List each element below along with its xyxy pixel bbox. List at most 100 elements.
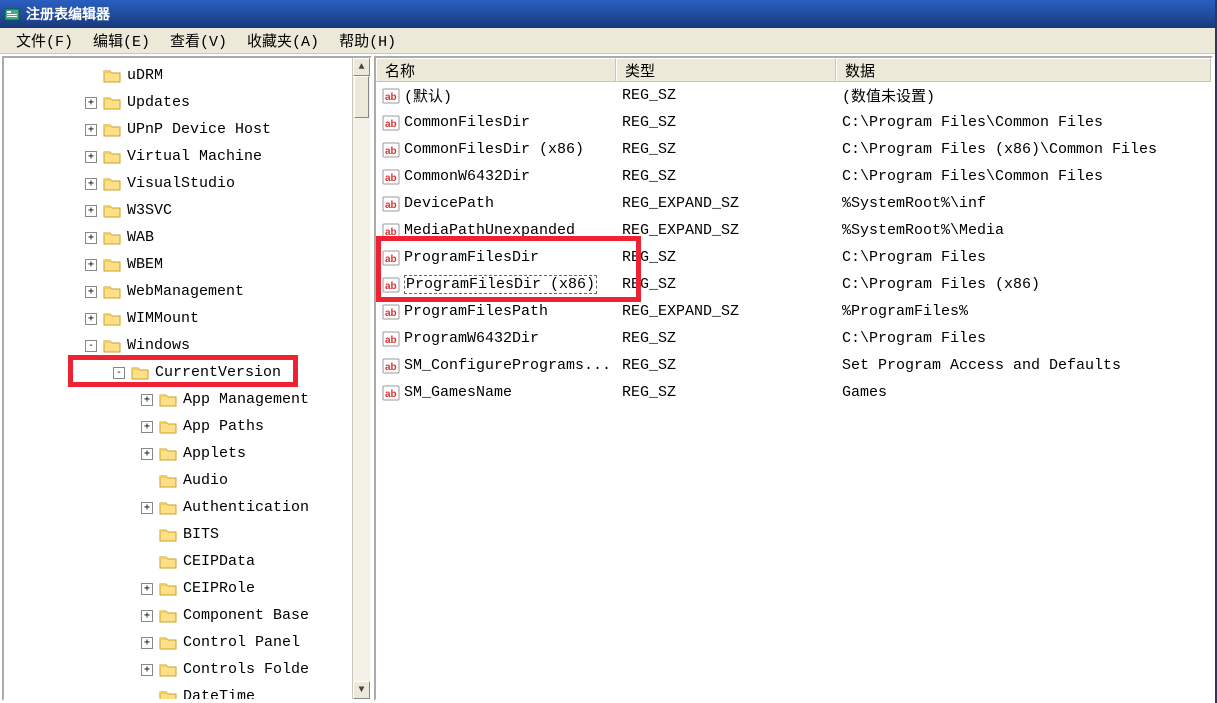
expander-placeholder <box>141 529 153 541</box>
list-row[interactable]: abSM_GamesNameREG_SZGames <box>376 379 1211 406</box>
string-icon: ab <box>382 357 400 375</box>
expander-icon[interactable]: + <box>85 124 97 136</box>
list-row[interactable]: abProgramFilesDirREG_SZC:\Program Files <box>376 244 1211 271</box>
tree-item[interactable]: +Virtual Machine <box>4 143 370 170</box>
value-data: %ProgramFiles% <box>836 301 1211 322</box>
value-type: REG_SZ <box>616 382 836 403</box>
expander-icon[interactable]: - <box>85 340 97 352</box>
window-title: 注册表编辑器 <box>26 4 110 24</box>
list-row[interactable]: ab(默认)REG_SZ(数值未设置) <box>376 82 1211 109</box>
tree-view[interactable]: uDRM + Updates +UPnP Device Host+Virtual Ma… <box>4 58 370 699</box>
list-row[interactable]: abCommonFilesDirREG_SZC:\Program Files\C… <box>376 109 1211 136</box>
scroll-down-button[interactable]: ▼ <box>353 681 370 699</box>
expander-icon[interactable]: + <box>85 178 97 190</box>
list-row[interactable]: abCommonW6432DirREG_SZC:\Program Files\C… <box>376 163 1211 190</box>
expander-icon[interactable]: + <box>141 421 153 433</box>
tree-item[interactable]: - Windows <box>4 332 370 359</box>
folder-icon <box>159 527 177 543</box>
tree-item-label: VisualStudio <box>127 175 235 192</box>
value-data: (数值未设置) <box>836 83 1211 108</box>
scroll-track[interactable] <box>353 76 370 681</box>
list-pane: 名称 类型 数据 ab(默认)REG_SZ(数值未设置)abCommonFile… <box>374 56 1213 701</box>
list-row[interactable]: abCommonFilesDir (x86)REG_SZC:\Program F… <box>376 136 1211 163</box>
tree-scrollbar[interactable]: ▲ ▼ <box>352 58 370 699</box>
menu-4[interactable]: 帮助(H) <box>329 28 406 53</box>
expander-icon[interactable]: + <box>85 205 97 217</box>
list-row[interactable]: abProgramFilesDir (x86)REG_SZC:\Program … <box>376 271 1211 298</box>
header-name[interactable]: 名称 <box>376 58 616 81</box>
value-data: C:\Program Files\Common Files <box>836 166 1211 187</box>
tree-item[interactable]: +WIMMount <box>4 305 370 332</box>
tree-item[interactable]: Audio <box>4 467 370 494</box>
tree-item-label: Audio <box>183 472 228 489</box>
expander-icon[interactable]: + <box>85 286 97 298</box>
tree-item[interactable]: + Updates <box>4 89 370 116</box>
value-name: CommonW6432Dir <box>404 168 530 185</box>
expander-icon[interactable]: + <box>141 448 153 460</box>
header-type[interactable]: 类型 <box>616 58 836 81</box>
list-row[interactable]: abProgramW6432DirREG_SZC:\Program Files <box>376 325 1211 352</box>
tree-item[interactable]: + Applets <box>4 440 370 467</box>
folder-icon <box>103 284 121 300</box>
tree-item-label: CurrentVersion <box>155 364 281 381</box>
list-row[interactable]: abMediaPathUnexpandedREG_EXPAND_SZ%Syste… <box>376 217 1211 244</box>
titlebar[interactable]: 注册表编辑器 <box>0 0 1215 28</box>
tree-item-label: Updates <box>127 94 190 111</box>
expander-icon[interactable]: + <box>141 610 153 622</box>
menu-0[interactable]: 文件(F) <box>6 28 83 53</box>
tree-item-label: Windows <box>127 337 190 354</box>
expander-icon[interactable]: + <box>85 97 97 109</box>
value-data: Games <box>836 382 1211 403</box>
tree-item[interactable]: +WAB <box>4 224 370 251</box>
value-type: REG_SZ <box>616 274 836 295</box>
tree-item[interactable]: - CurrentVersion <box>4 359 370 386</box>
list-row[interactable]: abSM_ConfigurePrograms...REG_SZSet Progr… <box>376 352 1211 379</box>
folder-icon <box>159 500 177 516</box>
tree-item[interactable]: + VisualStudio <box>4 170 370 197</box>
tree-item-label: DateTime <box>183 688 255 699</box>
expander-icon[interactable]: - <box>113 367 125 379</box>
expander-icon[interactable]: + <box>141 394 153 406</box>
folder-icon <box>103 68 121 84</box>
tree-item[interactable]: +WBEM <box>4 251 370 278</box>
expander-icon[interactable]: + <box>141 664 153 676</box>
scroll-thumb[interactable] <box>354 76 369 118</box>
header-data[interactable]: 数据 <box>836 58 1211 81</box>
tree-item-label: Applets <box>183 445 246 462</box>
expander-icon[interactable]: + <box>85 313 97 325</box>
expander-icon[interactable]: + <box>85 259 97 271</box>
menu-1[interactable]: 编辑(E) <box>83 28 160 53</box>
scroll-up-button[interactable]: ▲ <box>353 58 370 76</box>
tree-item[interactable]: DateTime <box>4 683 370 699</box>
expander-icon[interactable]: + <box>141 637 153 649</box>
string-icon: ab <box>382 303 400 321</box>
expander-icon[interactable]: + <box>85 151 97 163</box>
string-icon: ab <box>382 168 400 186</box>
tree-item[interactable]: +Control Panel <box>4 629 370 656</box>
tree-item[interactable]: +Authentication <box>4 494 370 521</box>
tree-item[interactable]: CEIPData <box>4 548 370 575</box>
expander-placeholder <box>141 691 153 700</box>
tree-item[interactable]: +UPnP Device Host <box>4 116 370 143</box>
tree-item[interactable]: + Controls Folde <box>4 656 370 683</box>
tree-item[interactable]: uDRM <box>4 62 370 89</box>
list-view[interactable]: ab(默认)REG_SZ(数值未设置)abCommonFilesDirREG_S… <box>376 82 1211 699</box>
tree-item[interactable]: +App Paths <box>4 413 370 440</box>
tree-item[interactable]: +WebManagement <box>4 278 370 305</box>
tree-item[interactable]: +App Management <box>4 386 370 413</box>
list-row[interactable]: abProgramFilesPathREG_EXPAND_SZ%ProgramF… <box>376 298 1211 325</box>
expander-icon[interactable]: + <box>141 502 153 514</box>
tree-item[interactable]: +W3SVC <box>4 197 370 224</box>
tree-item-label: Controls Folde <box>183 661 309 678</box>
expander-icon[interactable]: + <box>85 232 97 244</box>
tree-item[interactable]: +CEIPRole <box>4 575 370 602</box>
menu-2[interactable]: 查看(V) <box>160 28 237 53</box>
tree-item[interactable]: +Component Base <box>4 602 370 629</box>
menu-3[interactable]: 收藏夹(A) <box>237 28 329 53</box>
expander-icon[interactable]: + <box>141 583 153 595</box>
list-row[interactable]: abDevicePathREG_EXPAND_SZ%SystemRoot%\in… <box>376 190 1211 217</box>
folder-icon <box>103 176 121 192</box>
value-type: REG_SZ <box>616 139 836 160</box>
tree-item[interactable]: BITS <box>4 521 370 548</box>
folder-icon <box>103 122 121 138</box>
